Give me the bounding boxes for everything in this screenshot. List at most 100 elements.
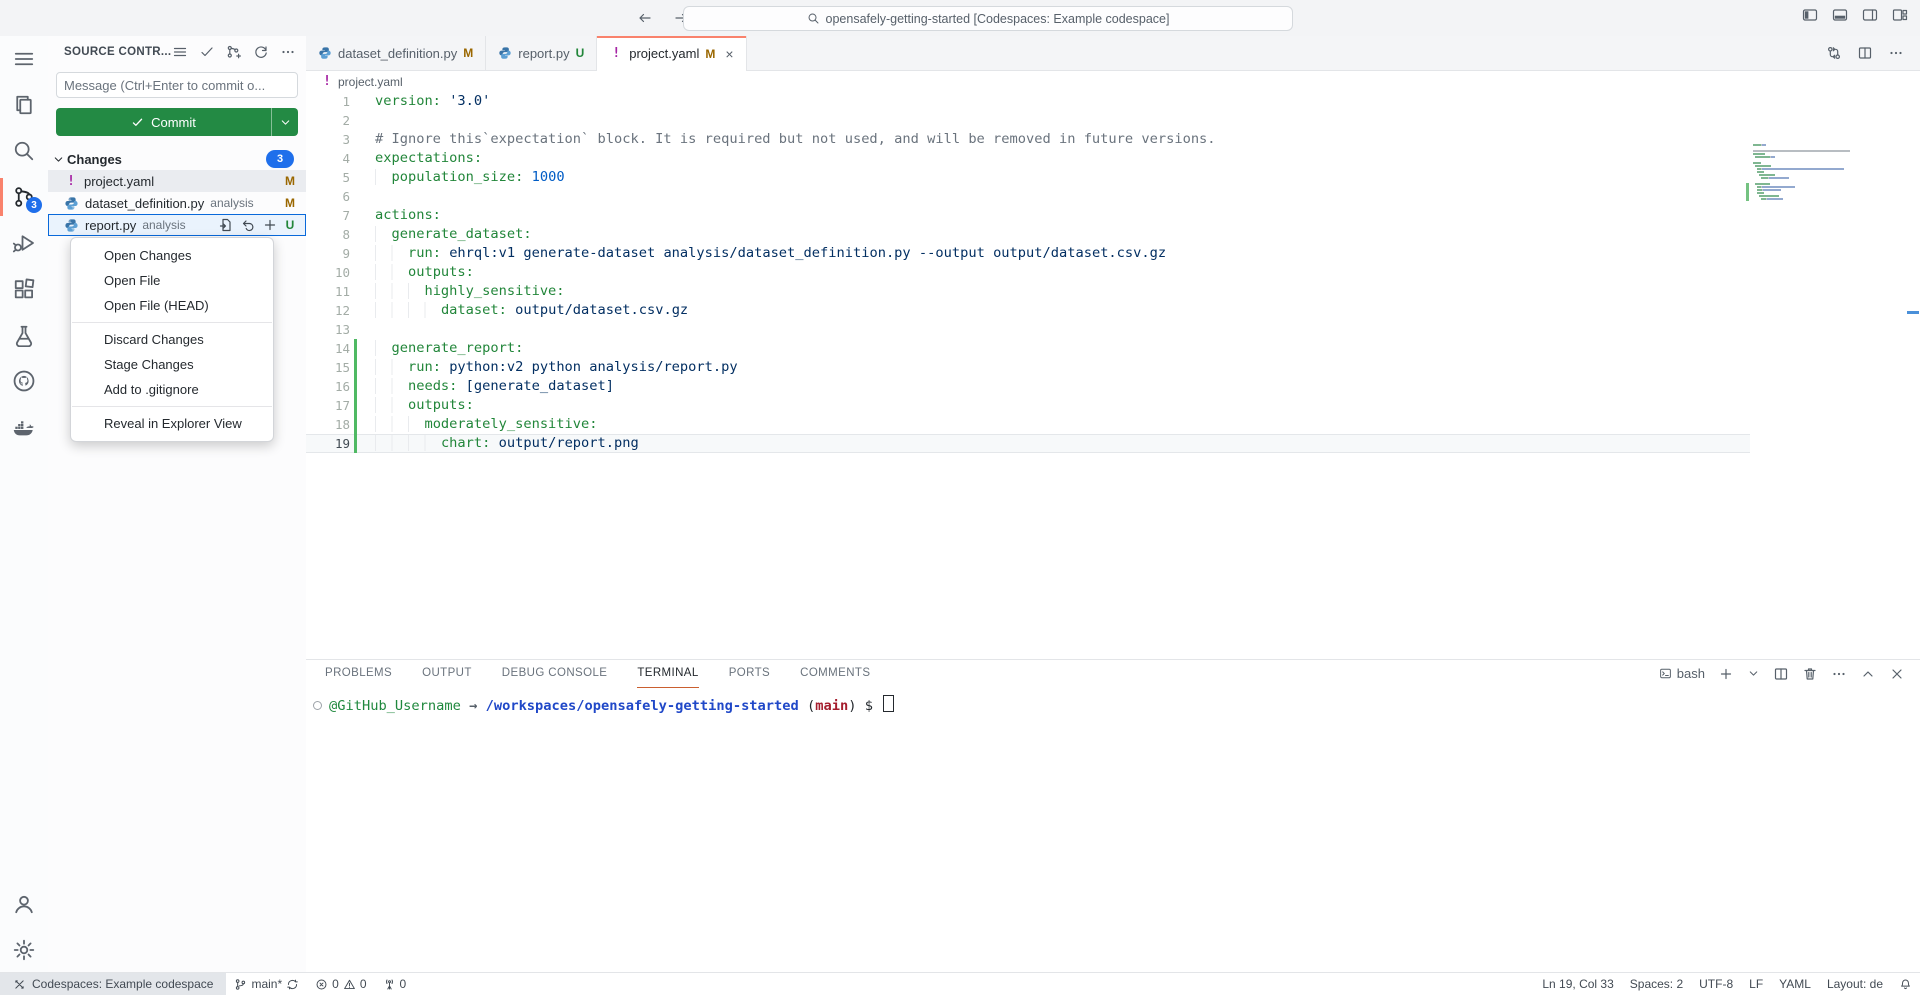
encoding-item[interactable]: UTF-8 xyxy=(1691,973,1741,995)
tab-report-py[interactable]: report.py U xyxy=(486,36,597,70)
context-menu-item[interactable]: Discard Changes xyxy=(71,327,273,352)
context-menu-item[interactable]: Stage Changes xyxy=(71,352,273,377)
code-line[interactable]: 12 dataset: output/dataset.csv.gz xyxy=(306,301,1750,320)
code-line[interactable]: 1version: '3.0' xyxy=(306,92,1750,111)
code-line[interactable]: 8 generate_dataset: xyxy=(306,225,1750,244)
context-menu-item[interactable]: Add to .gitignore xyxy=(71,377,273,402)
scm-file-dataset-definition[interactable]: dataset_definition.py analysis M xyxy=(48,192,306,214)
code-line[interactable]: 16 needs: [generate_dataset] xyxy=(306,377,1750,396)
tab-dataset-definition[interactable]: dataset_definition.py M xyxy=(306,36,486,70)
ports-status-item[interactable]: 0 xyxy=(375,973,415,995)
warning-icon xyxy=(343,978,356,991)
layout-item[interactable]: Layout: de xyxy=(1819,973,1891,995)
terminal-view[interactable]: @GitHub_Username → /workspaces/opensafel… xyxy=(306,687,1920,715)
sidebar-item-docker[interactable] xyxy=(0,404,48,450)
scm-file-project-yaml[interactable]: ! project.yaml M xyxy=(48,170,306,192)
code-line[interactable]: 9 run: ehrql:v1 generate-dataset analysi… xyxy=(306,244,1750,263)
context-menu-item[interactable]: Open File (HEAD) xyxy=(71,293,273,318)
language-mode-item[interactable]: YAML xyxy=(1771,973,1819,995)
code-line[interactable]: 3# Ignore this`expectation` block. It is… xyxy=(306,130,1750,149)
commit-dropdown-button[interactable] xyxy=(271,108,298,136)
tab-ports[interactable]: PORTS xyxy=(729,660,770,688)
code-line[interactable]: 11 highly_sensitive: xyxy=(306,282,1750,301)
tab-debug-console[interactable]: DEBUG CONSOLE xyxy=(502,660,608,688)
commit-button[interactable]: Commit xyxy=(56,108,271,136)
terminal-dropdown-button[interactable] xyxy=(1747,667,1760,680)
kill-terminal-button[interactable] xyxy=(1802,666,1818,682)
tab-project-yaml[interactable]: ! project.yaml M × xyxy=(597,36,746,71)
back-button[interactable] xyxy=(634,7,656,29)
terminal-shell-selector[interactable]: bash xyxy=(1659,666,1705,681)
command-center[interactable]: opensafely-getting-started [Codespaces: … xyxy=(683,6,1293,31)
scm-file-report-py[interactable]: report.py analysis U xyxy=(48,214,306,236)
code-line[interactable]: 10 outputs: xyxy=(306,263,1750,282)
notifications-button[interactable] xyxy=(1891,973,1920,995)
accounts-button[interactable] xyxy=(0,881,48,927)
code-line[interactable]: 2 xyxy=(306,111,1750,130)
minimap[interactable] xyxy=(1751,144,1906,201)
more-actions-button[interactable] xyxy=(1888,45,1904,61)
commit-check-button[interactable] xyxy=(199,44,215,60)
new-terminal-button[interactable] xyxy=(1718,666,1734,682)
toggle-panel-button[interactable] xyxy=(1832,7,1848,23)
code-line[interactable]: 6 xyxy=(306,187,1750,206)
breadcrumb[interactable]: ! project.yaml xyxy=(306,71,1920,92)
tab-output[interactable]: OUTPUT xyxy=(422,660,472,688)
open-changes-button[interactable] xyxy=(1826,45,1842,61)
tab-terminal[interactable]: TERMINAL xyxy=(637,660,698,688)
changes-section-header[interactable]: Changes 3 xyxy=(48,148,306,170)
discard-changes-button[interactable] xyxy=(240,217,256,233)
sidebar-item-testing[interactable] xyxy=(0,312,48,358)
sidebar-item-search[interactable] xyxy=(0,128,48,174)
tab-problems[interactable]: PROBLEMS xyxy=(325,660,392,688)
close-icon xyxy=(1889,666,1905,682)
panel-more-actions-button[interactable] xyxy=(1831,666,1847,682)
code-line[interactable]: 4expectations: xyxy=(306,149,1750,168)
stage-changes-button[interactable] xyxy=(262,217,278,233)
maximize-panel-button[interactable] xyxy=(1860,666,1876,682)
open-file-button[interactable] xyxy=(218,217,234,233)
remote-indicator[interactable]: Codespaces: Example codespace xyxy=(0,973,226,995)
sidebar-item-github[interactable] xyxy=(0,358,48,404)
code-line[interactable]: 13 xyxy=(306,320,1750,339)
code-line[interactable]: 19 chart: output/report.png xyxy=(306,434,1750,453)
close-tab-button[interactable]: × xyxy=(725,46,733,62)
code-line[interactable]: 5 population_size: 1000 xyxy=(306,168,1750,187)
branch-status-item[interactable]: main* xyxy=(226,973,307,995)
remote-indicator-icon xyxy=(13,978,26,991)
sidebar-item-extensions[interactable] xyxy=(0,266,48,312)
sidebar-item-source-control[interactable]: 3 xyxy=(0,174,48,220)
split-editor-button[interactable] xyxy=(1857,45,1873,61)
code-line[interactable]: 18 moderately_sensitive: xyxy=(306,415,1750,434)
tab-comments[interactable]: COMMENTS xyxy=(800,660,870,688)
settings-button[interactable] xyxy=(0,927,48,973)
context-menu-item[interactable]: Open File xyxy=(71,268,273,293)
commit-message-input[interactable] xyxy=(56,72,298,98)
split-terminal-button[interactable] xyxy=(1773,666,1789,682)
close-panel-button[interactable] xyxy=(1889,666,1905,682)
code-line[interactable]: 15 run: python:v2 python analysis/report… xyxy=(306,358,1750,377)
code-editor[interactable]: 1version: '3.0'23# Ignore this`expectati… xyxy=(306,92,1920,660)
toggle-secondary-sidebar-icon xyxy=(1862,7,1878,23)
refresh-button[interactable] xyxy=(253,44,269,60)
code-line[interactable]: 17 outputs: xyxy=(306,396,1750,415)
toggle-secondary-sidebar-button[interactable] xyxy=(1862,7,1878,23)
code-line[interactable]: 14 generate_report: xyxy=(306,339,1750,358)
chevron-down-icon xyxy=(279,116,292,129)
problems-status-item[interactable]: 0 0 xyxy=(307,973,374,995)
more-actions-button[interactable] xyxy=(280,44,296,60)
eol-item[interactable]: LF xyxy=(1741,973,1771,995)
cursor-position-item[interactable]: Ln 19, Col 33 xyxy=(1534,973,1621,995)
sidebar-item-run-debug[interactable] xyxy=(0,220,48,266)
customize-layout-button[interactable] xyxy=(1892,7,1908,23)
code-line[interactable]: 7actions: xyxy=(306,206,1750,225)
context-menu-item[interactable]: Open Changes xyxy=(71,243,273,268)
indentation-item[interactable]: Spaces: 2 xyxy=(1622,973,1691,995)
menu-button[interactable] xyxy=(0,36,48,82)
file-folder: analysis xyxy=(142,218,185,232)
context-menu-item[interactable]: Reveal in Explorer View xyxy=(71,411,273,436)
sidebar-item-explorer[interactable] xyxy=(0,82,48,128)
source-control-graph-button[interactable] xyxy=(226,44,242,60)
view-as-list-button[interactable] xyxy=(172,44,188,60)
toggle-sidebar-button[interactable] xyxy=(1802,7,1818,23)
